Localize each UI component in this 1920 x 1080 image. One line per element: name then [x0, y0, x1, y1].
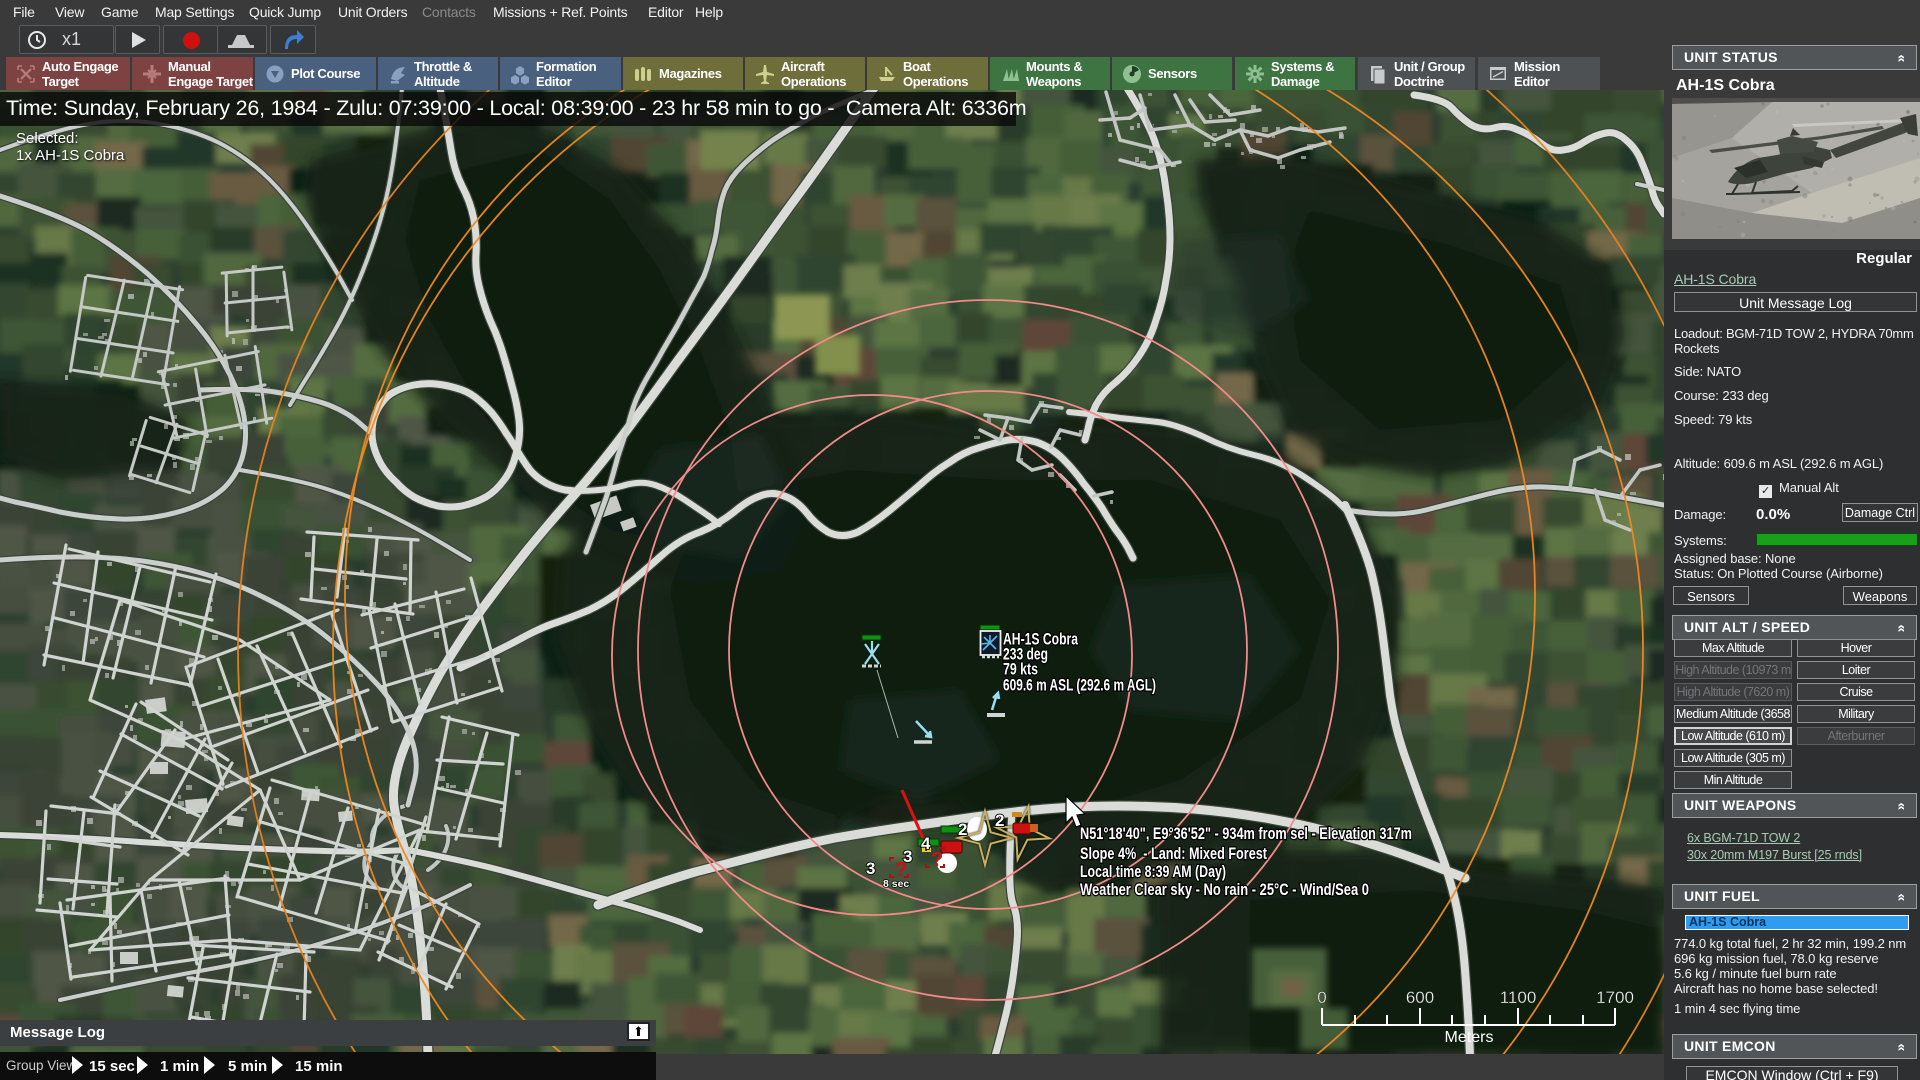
svg-text:4: 4	[921, 834, 931, 853]
svg-text:0: 0	[1317, 988, 1326, 1007]
svg-text:3: 3	[866, 859, 875, 878]
svg-text:Meters: Meters	[1445, 1029, 1494, 1046]
svg-text:1700: 1700	[1596, 988, 1634, 1007]
svg-text:Local time 8:39 AM (Day): Local time 8:39 AM (Day)	[1080, 862, 1226, 881]
svg-text:Weather Clear sky - No rain -: Weather Clear sky - No rain - 25°C - Win…	[1080, 880, 1369, 899]
svg-text:N51°18'40", E9°36'52" - 934m f: N51°18'40", E9°36'52" - 934m from sel - …	[1080, 824, 1412, 843]
svg-text:Slope 4% - Land: Mixed Forest: Slope 4% - Land: Mixed Forest	[1080, 844, 1267, 863]
svg-text:2: 2	[995, 811, 1004, 830]
svg-text:600: 600	[1406, 988, 1434, 1007]
svg-text:2: 2	[958, 820, 967, 839]
svg-text:1100: 1100	[1500, 988, 1537, 1007]
svg-text:609.6 m ASL (292.6 m AGL): 609.6 m ASL (292.6 m AGL)	[1003, 677, 1156, 695]
svg-text:8 sec: 8 sec	[883, 878, 909, 890]
svg-text:3: 3	[903, 847, 912, 866]
